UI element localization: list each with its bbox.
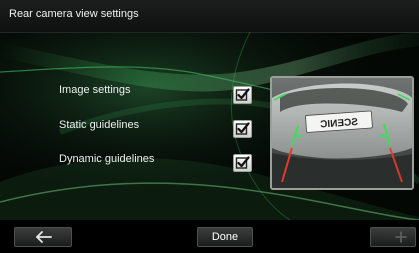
done-label: Done [211,231,239,243]
dynamic-guidelines-checkbox[interactable] [233,154,252,172]
plus-icon [395,231,407,243]
static-guidelines-label[interactable]: Static guidelines [59,119,139,131]
camera-preview: SCENIC [270,76,414,190]
checkmark-icon [235,122,250,135]
back-button[interactable] [14,227,72,247]
dynamic-guidelines-label[interactable]: Dynamic guidelines [59,153,154,165]
done-button[interactable]: Done [197,227,253,247]
page-title: Rear camera view settings [9,8,139,20]
image-settings-checkbox[interactable] [233,86,252,104]
rear-camera-settings-screen: Rear camera view settings Image settings [0,0,419,253]
back-arrow-icon [36,231,52,243]
image-settings-label[interactable]: Image settings [59,84,131,96]
rear-camera-image: SCENIC [272,78,412,188]
add-button[interactable] [370,227,416,247]
title-bar: Rear camera view settings [0,0,419,33]
checkmark-icon [235,156,250,169]
static-guidelines-checkbox[interactable] [233,120,252,138]
checkmark-icon [235,88,250,101]
